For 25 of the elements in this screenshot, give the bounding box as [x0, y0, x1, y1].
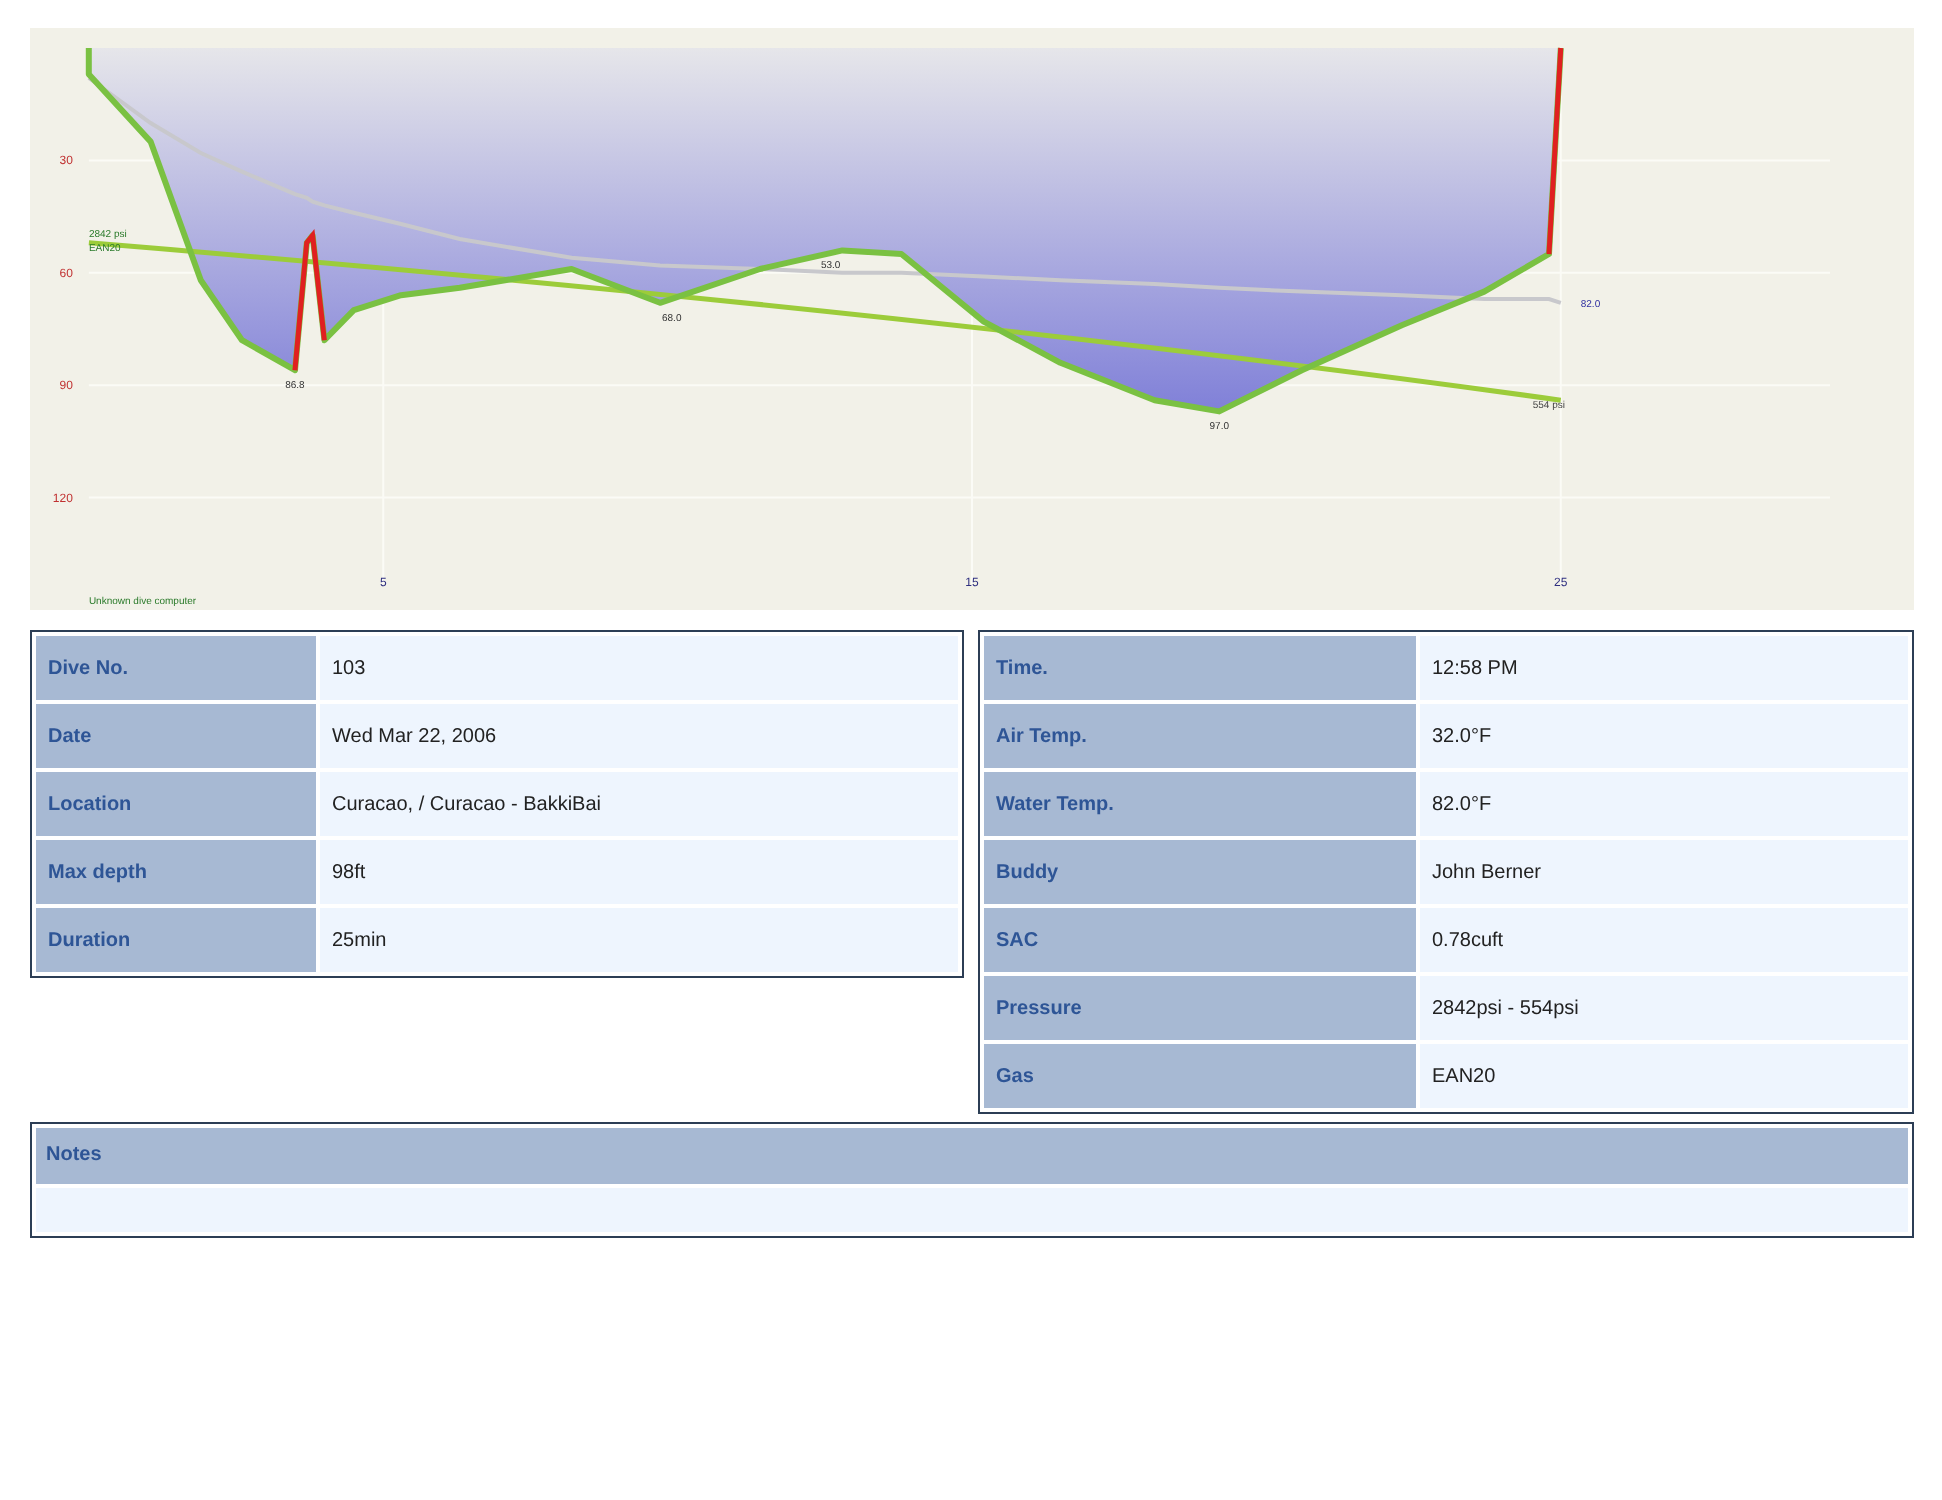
field-value: 12:58 PM — [1420, 636, 1908, 700]
field-value: 2842psi - 554psi — [1420, 976, 1908, 1040]
field-value: John Berner — [1420, 840, 1908, 904]
field-label: Pressure — [984, 976, 1416, 1040]
field-label: Air Temp. — [984, 704, 1416, 768]
field-value: 82.0°F — [1420, 772, 1908, 836]
field-label: Buddy — [984, 840, 1416, 904]
field-value: 32.0°F — [1420, 704, 1908, 768]
field-label: Location — [36, 772, 316, 836]
field-label: Duration — [36, 908, 316, 972]
field-value: 0.78cuft — [1420, 908, 1908, 972]
field-label: Max depth — [36, 840, 316, 904]
field-label: Gas — [984, 1044, 1416, 1108]
notes-header: Notes — [36, 1128, 1908, 1184]
field-value: 103 — [320, 636, 958, 700]
field-value: EAN20 — [1420, 1044, 1908, 1108]
field-value: Curacao, / Curacao - BakkiBai — [320, 772, 958, 836]
field-label: Date — [36, 704, 316, 768]
field-value: Wed Mar 22, 2006 — [320, 704, 958, 768]
field-label: Time. — [984, 636, 1416, 700]
field-value: 98ft — [320, 840, 958, 904]
field-label: SAC — [984, 908, 1416, 972]
field-label: Dive No. — [36, 636, 316, 700]
field-label: Water Temp. — [984, 772, 1416, 836]
field-value: 25min — [320, 908, 958, 972]
